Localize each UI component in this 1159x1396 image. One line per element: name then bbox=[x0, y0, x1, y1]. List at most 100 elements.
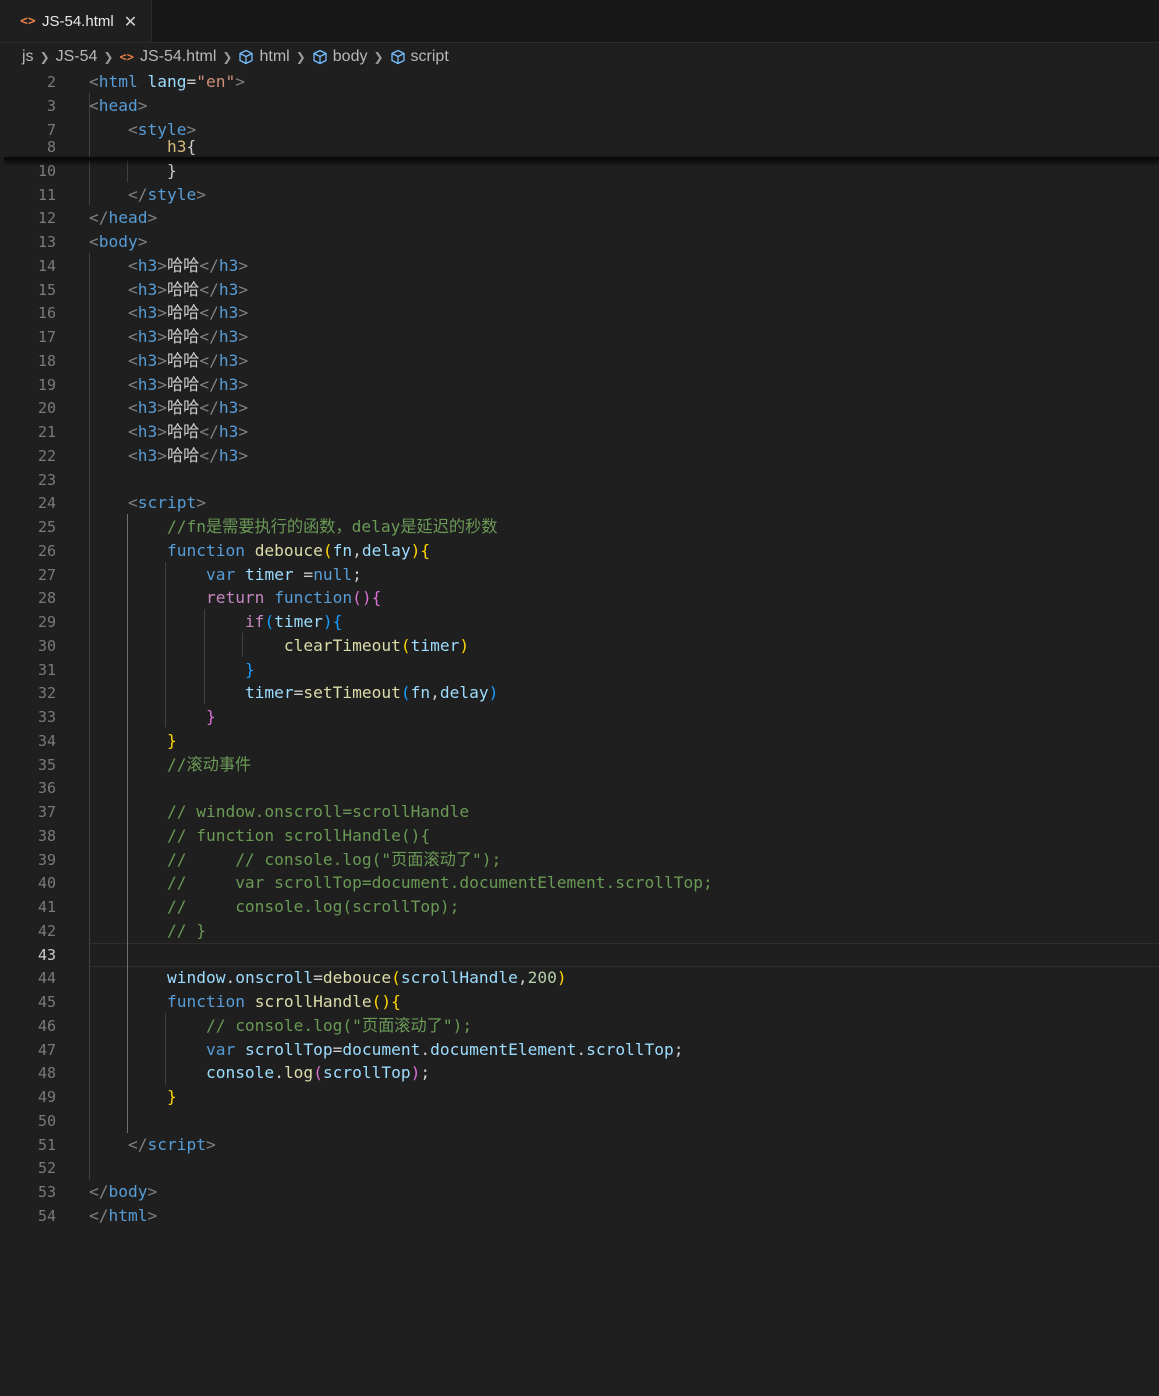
code-line[interactable]: 22 <h3>哈哈</h3> bbox=[0, 444, 1159, 468]
line-number: 35 bbox=[37, 756, 56, 774]
code-line[interactable]: 10 } bbox=[0, 159, 1159, 183]
code-line[interactable]: 33 } bbox=[0, 705, 1159, 729]
code-line[interactable]: 34 } bbox=[0, 729, 1159, 753]
breadcrumb-item-js[interactable]: js bbox=[22, 48, 34, 66]
code-line[interactable]: 14 <h3>哈哈</h3> bbox=[0, 254, 1159, 278]
code-line[interactable]: 39 // // console.log("页面滚动了"); bbox=[0, 848, 1159, 872]
code-token: < bbox=[127, 398, 138, 417]
code-token: > bbox=[205, 1135, 216, 1154]
breadcrumb-label: JS-54.html bbox=[139, 48, 217, 65]
code-line[interactable]: 3 <head> bbox=[0, 94, 1159, 118]
breadcrumb-item-script[interactable]: script bbox=[390, 48, 449, 66]
tab-js-54-html[interactable]: <> JS-54.html ✕ bbox=[0, 0, 152, 42]
code-line[interactable]: 35 //滚动事件 bbox=[0, 753, 1159, 777]
code-token: { bbox=[332, 612, 343, 631]
code-line[interactable]: 12 </head> bbox=[0, 206, 1159, 230]
code-line[interactable]: 30 clearTimeout(timer) bbox=[0, 634, 1159, 658]
line-number: 8 bbox=[46, 138, 56, 156]
code-line[interactable]: 25 //fn是需要执行的函数，delay是延迟的秒数 bbox=[0, 515, 1159, 539]
code-token: head bbox=[108, 208, 148, 227]
code-text: <script> bbox=[89, 491, 206, 515]
code-token: . bbox=[225, 968, 236, 987]
code-token: < bbox=[127, 446, 138, 465]
code-line[interactable]: 36 bbox=[0, 776, 1159, 800]
code-token: 哈哈 bbox=[166, 446, 200, 465]
code-line[interactable]: 24 <script> bbox=[0, 491, 1159, 515]
code-text: <h3>哈哈</h3> bbox=[89, 278, 248, 302]
code-text: } bbox=[89, 658, 255, 682]
code-line[interactable]: 2 <html lang="en"> bbox=[0, 70, 1159, 94]
code-line[interactable]: 47 var scrollTop=document.documentElemen… bbox=[0, 1038, 1159, 1062]
breadcrumb-item-html[interactable]: html bbox=[238, 48, 290, 66]
code-token: </ bbox=[199, 256, 219, 275]
line-number: 18 bbox=[37, 352, 56, 370]
breadcrumb-item-js-54[interactable]: JS-54 bbox=[56, 48, 98, 66]
code-line[interactable]: 28 return function(){ bbox=[0, 586, 1159, 610]
code-line[interactable]: 38 // function scrollHandle(){ bbox=[0, 824, 1159, 848]
code-line[interactable]: 52 bbox=[0, 1156, 1159, 1180]
code-line[interactable]: 41 // console.log(scrollTop); bbox=[0, 895, 1159, 919]
code-line[interactable]: 21 <h3>哈哈</h3> bbox=[0, 420, 1159, 444]
code-line[interactable]: 40 // var scrollTop=document.documentEle… bbox=[0, 871, 1159, 895]
code-line[interactable]: 8 h3{ bbox=[0, 135, 1159, 159]
code-line[interactable]: 11 </style> bbox=[0, 183, 1159, 207]
code-line[interactable]: 32 timer=setTimeout(fn,delay) bbox=[0, 681, 1159, 705]
code-line[interactable]: 29 if(timer){ bbox=[0, 610, 1159, 634]
breadcrumb-item-body[interactable]: body bbox=[312, 48, 367, 66]
code-line[interactable]: 49 } bbox=[0, 1085, 1159, 1109]
code-token: < bbox=[89, 72, 99, 91]
code-token: </ bbox=[199, 327, 219, 346]
code-text: //fn是需要执行的函数，delay是延迟的秒数 bbox=[89, 515, 498, 539]
code-token: timer bbox=[244, 683, 294, 702]
code-line[interactable]: 42 // } bbox=[0, 919, 1159, 943]
code-text: // window.onscroll=scrollHandle bbox=[89, 800, 469, 824]
breadcrumb-item-js-54-html[interactable]: <> JS-54.html bbox=[119, 48, 216, 66]
code-editor[interactable]: 2 <html lang="en"> 3 <head> 7 <style> 8 h3{10… bbox=[0, 70, 1159, 1396]
code-line[interactable]: 48 console.log(scrollTop); bbox=[0, 1061, 1159, 1085]
code-token: scrollTop bbox=[244, 1040, 333, 1059]
code-line[interactable]: 53 </body> bbox=[0, 1180, 1159, 1204]
code-token: > bbox=[157, 446, 167, 465]
chevron-right-icon: ❯ bbox=[295, 50, 306, 64]
code-token: > bbox=[238, 422, 249, 441]
code-token: </ bbox=[199, 351, 219, 370]
code-line[interactable]: 50 bbox=[0, 1109, 1159, 1133]
code-token: ) bbox=[322, 612, 333, 631]
code-token: function bbox=[274, 588, 353, 607]
code-line[interactable]: 19 <h3>哈哈</h3> bbox=[0, 373, 1159, 397]
code-line[interactable]: 45 function scrollHandle(){ bbox=[0, 990, 1159, 1014]
code-line[interactable]: 27 var timer =null; bbox=[0, 563, 1159, 587]
line-number: 31 bbox=[37, 661, 56, 679]
code-line[interactable]: 23 bbox=[0, 468, 1159, 492]
code-token: style bbox=[147, 185, 197, 204]
code-line[interactable]: 20 <h3>哈哈</h3> bbox=[0, 396, 1159, 420]
code-token: // } bbox=[166, 921, 206, 940]
indent-guide bbox=[242, 633, 243, 657]
code-line[interactable]: 26 function debouce(fn,delay){ bbox=[0, 539, 1159, 563]
code-line[interactable]: 17 <h3>哈哈</h3> bbox=[0, 325, 1159, 349]
close-icon[interactable]: ✕ bbox=[124, 12, 137, 31]
code-line[interactable]: 18 <h3>哈哈</h3> bbox=[0, 349, 1159, 373]
code-token: < bbox=[127, 327, 138, 346]
code-token: > bbox=[238, 398, 249, 417]
code-token: } bbox=[166, 1087, 177, 1106]
code-token: 哈哈 bbox=[166, 422, 200, 441]
code-token: > bbox=[196, 185, 206, 204]
code-line[interactable]: 46 // console.log("页面滚动了"); bbox=[0, 1014, 1159, 1038]
code-token: debouce bbox=[322, 968, 392, 987]
code-line[interactable]: 51 </script> bbox=[0, 1133, 1159, 1157]
code-line[interactable]: 13 <body> bbox=[0, 230, 1159, 254]
code-token: //滚动事件 bbox=[166, 755, 252, 774]
code-token: ) bbox=[556, 968, 567, 987]
code-line[interactable]: 15 <h3>哈哈</h3> bbox=[0, 278, 1159, 302]
code-token: = bbox=[293, 565, 314, 584]
code-line[interactable]: 31 } bbox=[0, 658, 1159, 682]
code-line[interactable]: 44 window.onscroll=debouce(scrollHandle,… bbox=[0, 966, 1159, 990]
code-line[interactable]: 54 </html> bbox=[0, 1204, 1159, 1228]
code-line[interactable]: 16 <h3>哈哈</h3> bbox=[0, 301, 1159, 325]
code-text: // var scrollTop=document.documentElemen… bbox=[89, 871, 713, 895]
code-line[interactable]: 37 // window.onscroll=scrollHandle bbox=[0, 800, 1159, 824]
line-number: 25 bbox=[37, 518, 56, 536]
